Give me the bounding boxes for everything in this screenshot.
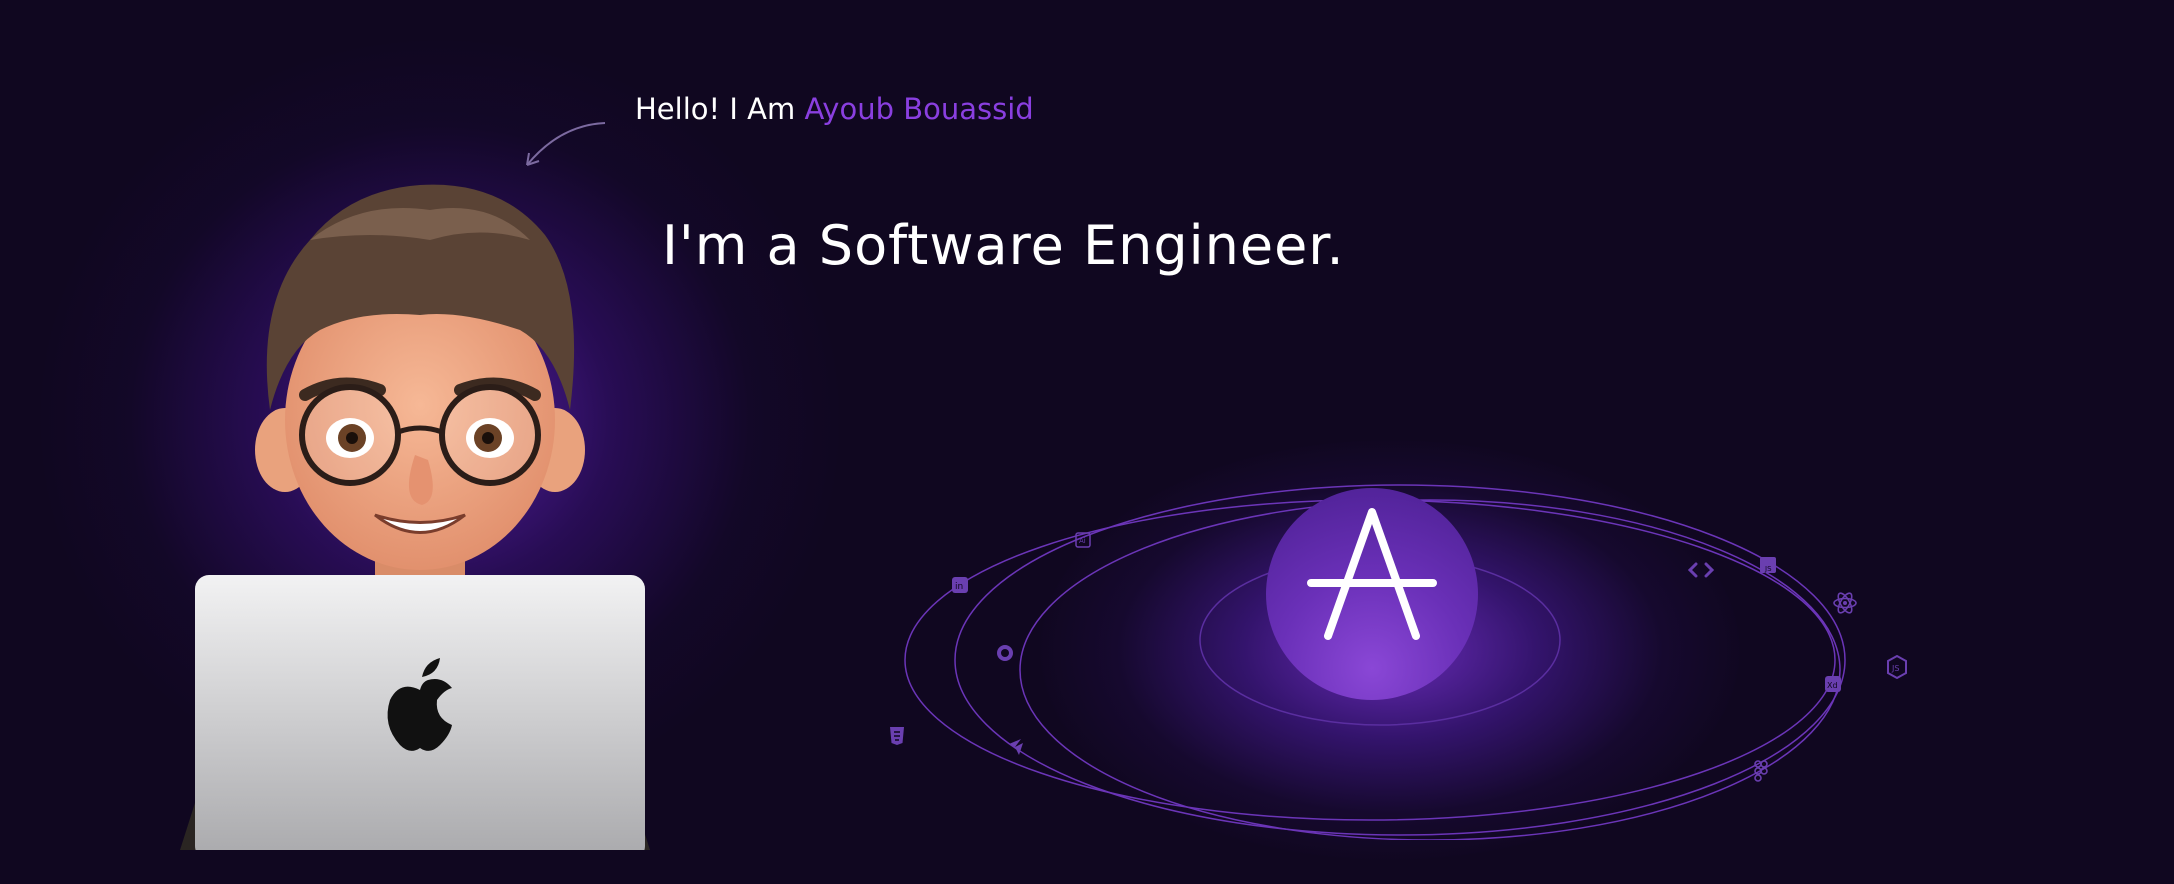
hero-section: Hello! I Am Ayoub Bouassid I'm a Softwar… (0, 0, 2174, 884)
html5-icon (888, 726, 906, 749)
greeting: Hello! I Am Ayoub Bouassid (635, 92, 1034, 126)
letter-a-logo-icon (1307, 508, 1437, 640)
github-icon (996, 644, 1014, 665)
adobe-illustrator-icon: Ai (1075, 532, 1091, 551)
react-icon (1832, 590, 1858, 619)
brand-logo (1266, 488, 1478, 700)
svg-text:in: in (955, 582, 963, 592)
linkedin-icon: in (951, 576, 969, 597)
flutter-icon (1007, 738, 1027, 759)
adobe-xd-icon: Xd (1824, 675, 1842, 696)
curved-arrow-icon (526, 122, 606, 166)
nodejs-icon: JS (1886, 654, 1908, 682)
svg-text:Xd: Xd (1827, 681, 1838, 690)
page-title: I'm a Software Engineer. (662, 214, 1345, 277)
avatar-illustration (180, 184, 650, 850)
svg-text:Ai: Ai (1079, 537, 1086, 545)
greeting-name: Ayoub Bouassid (804, 92, 1034, 126)
figma-icon (1754, 760, 1768, 785)
javascript-icon: JS (1759, 556, 1777, 577)
code-brackets-icon (1687, 562, 1715, 581)
svg-text:JS: JS (1891, 664, 1899, 673)
svg-text:JS: JS (1764, 565, 1772, 573)
greeting-prefix: Hello! I Am (635, 92, 805, 126)
